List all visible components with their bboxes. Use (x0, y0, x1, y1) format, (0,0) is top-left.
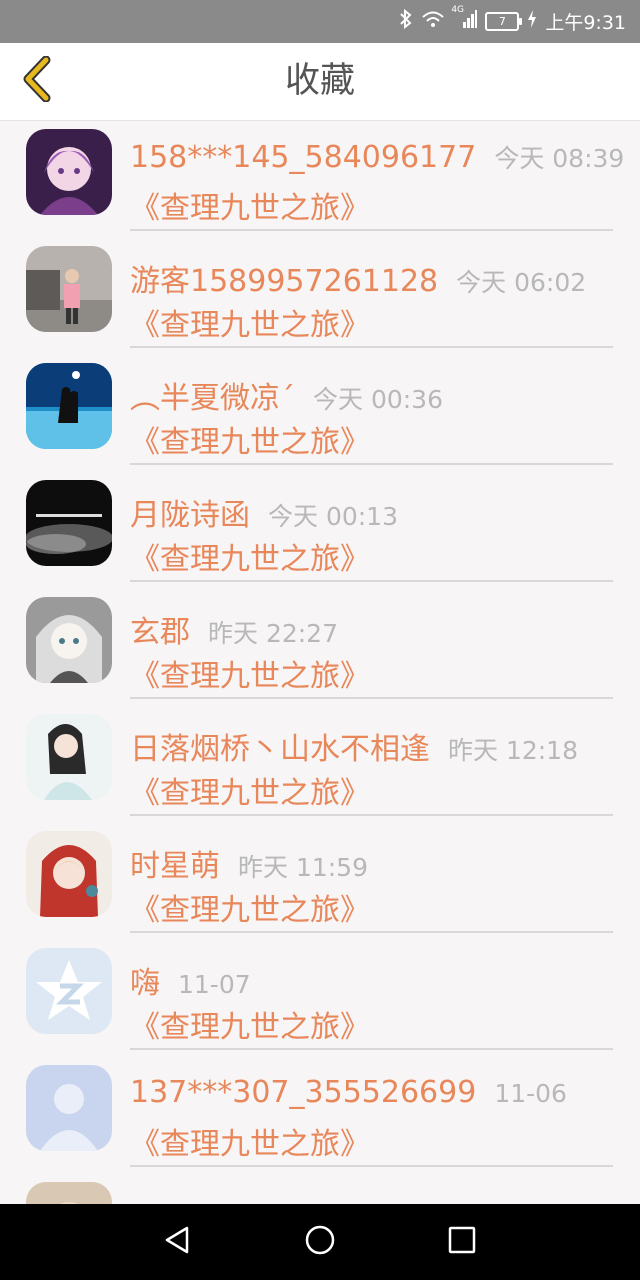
list-item[interactable]: 时星萌 昨天 11:59 《查理九世之旅》 (0, 823, 640, 940)
timestamp: 今天 00:13 (268, 502, 398, 531)
list-item-partial[interactable] (0, 1174, 640, 1204)
avatar[interactable] (26, 246, 112, 332)
network-type: 4G (451, 5, 465, 15)
bluetooth-icon (399, 8, 413, 34)
book-title[interactable]: 《查理九世之旅》 (130, 534, 370, 578)
username: 玄郡 (130, 615, 190, 650)
timestamp: 11-06 (494, 1079, 567, 1108)
nav-back-button[interactable] (138, 1204, 218, 1280)
avatar[interactable] (26, 597, 112, 683)
item-text: 日落烟桥丶山水不相逢 昨天 12:18 《查理九世之旅》 (130, 706, 613, 816)
avatar[interactable] (26, 480, 112, 566)
username: 时星萌 (130, 849, 220, 884)
list-item[interactable]: 游客1589957261128 今天 06:02 《查理九世之旅》 (0, 238, 640, 355)
list-item[interactable]: 玄郡 昨天 22:27 《查理九世之旅》 (0, 589, 640, 706)
username: 嗨 (130, 966, 160, 1001)
avatar[interactable] (26, 363, 112, 449)
username: ︵半夏微凉´ (130, 381, 295, 416)
timestamp: 昨天 22:27 (208, 619, 338, 648)
avatar[interactable] (26, 1065, 112, 1151)
header: 收藏 (0, 43, 640, 121)
battery-icon: 7 (485, 12, 523, 31)
book-title[interactable]: 《查理九世之旅》 (130, 885, 370, 929)
square-recents-icon (448, 1226, 476, 1258)
page-title: 收藏 (284, 61, 355, 101)
item-text: 游客1589957261128 今天 06:02 《查理九世之旅》 (130, 238, 613, 348)
clock: 上午9:31 (545, 12, 626, 34)
book-title[interactable]: 《查理九世之旅》 (130, 1119, 370, 1163)
list-item[interactable]: 日落烟桥丶山水不相逢 昨天 12:18 《查理九世之旅》 (0, 706, 640, 823)
timestamp: 今天 06:02 (456, 268, 587, 297)
book-title[interactable]: 《查理九世之旅》 (130, 651, 370, 695)
status-bar: 4G 7 上午9:31 (0, 0, 640, 43)
nav-recents-button[interactable] (422, 1204, 502, 1280)
username: 158***145_584096177 (130, 140, 477, 175)
list-item[interactable]: 158***145_584096177 今天 08:39 《查理九世之旅》 (0, 121, 640, 238)
charging-icon (527, 10, 537, 33)
book-title[interactable]: 《查理九世之旅》 (130, 183, 370, 227)
status-icons: 4G 7 上午9:31 (399, 0, 626, 43)
avatar[interactable] (26, 831, 112, 917)
item-text: 嗨 11-07 《查理九世之旅》 (130, 940, 613, 1050)
username: 日落烟桥丶山水不相逢 (130, 732, 430, 767)
favorites-list: 158***145_584096177 今天 08:39 《查理九世之旅》 游客… (0, 121, 640, 1204)
list-item[interactable]: ︵半夏微凉´ 今天 00:36 《查理九世之旅》 (0, 355, 640, 472)
avatar[interactable] (26, 714, 112, 800)
timestamp: 昨天 11:59 (238, 853, 368, 882)
item-text: 137***307_355526699 11-06 《查理九世之旅》 (130, 1057, 613, 1167)
avatar[interactable] (26, 129, 112, 215)
nav-home-button[interactable] (280, 1204, 360, 1280)
item-text: 158***145_584096177 今天 08:39 《查理九世之旅》 (130, 121, 624, 231)
navigation-bar (0, 1204, 640, 1280)
timestamp: 昨天 12:18 (448, 736, 578, 765)
book-title[interactable]: 《查理九世之旅》 (130, 1002, 370, 1046)
timestamp: 今天 08:39 (494, 144, 625, 173)
list-item[interactable]: 嗨 11-07 《查理九世之旅》 (0, 940, 640, 1057)
circle-home-icon (304, 1224, 336, 1260)
list-item[interactable]: 月陇诗函 今天 00:13 《查理九世之旅》 (0, 472, 640, 589)
item-text: 时星萌 昨天 11:59 《查理九世之旅》 (130, 823, 613, 933)
item-text: 月陇诗函 今天 00:13 《查理九世之旅》 (130, 472, 613, 582)
list-item[interactable]: 137***307_355526699 11-06 《查理九世之旅》 (0, 1057, 640, 1174)
username: 月陇诗函 (130, 498, 250, 533)
timestamp: 今天 00:36 (313, 385, 443, 414)
triangle-back-icon (163, 1225, 193, 1259)
battery-level: 7 (498, 15, 506, 28)
username: 137***307_355526699 (130, 1075, 477, 1110)
username: 游客1589957261128 (130, 264, 439, 299)
avatar[interactable] (26, 948, 112, 1034)
item-text: ︵半夏微凉´ 今天 00:36 《查理九世之旅》 (130, 355, 613, 465)
wifi-icon (421, 9, 445, 34)
item-text: 玄郡 昨天 22:27 《查理九世之旅》 (130, 589, 613, 699)
avatar[interactable] (26, 1182, 112, 1204)
signal-icon: 4G (451, 5, 478, 34)
book-title[interactable]: 《查理九世之旅》 (130, 768, 370, 812)
book-title[interactable]: 《查理九世之旅》 (130, 417, 370, 461)
book-title[interactable]: 《查理九世之旅》 (130, 300, 370, 344)
timestamp: 11-07 (178, 970, 251, 999)
